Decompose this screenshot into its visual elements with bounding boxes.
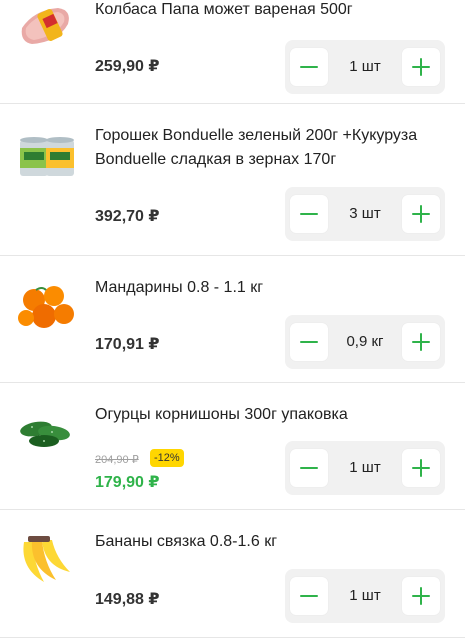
cart-item: Мандарины 0.8 - 1.1 кг 170,91 ₽ 0,9 кг [0, 256, 465, 383]
minus-icon [300, 341, 318, 343]
quantity-stepper: 0,9 кг [285, 315, 445, 369]
item-price: 259,90 ₽ [95, 58, 160, 75]
item-name: Горошек Bonduelle зеленый 200г +Кукуруза… [95, 127, 418, 168]
decrease-button[interactable] [290, 577, 328, 615]
quantity-stepper: 1 шт [285, 441, 445, 495]
cart-item: Огурцы корнишоны 300г упаковка 204,90 ₽ … [0, 383, 465, 510]
quantity-value: 0,9 кг [346, 333, 384, 350]
item-price: 179,90 ₽ [95, 474, 160, 491]
minus-icon [300, 213, 318, 215]
increase-button[interactable] [402, 577, 440, 615]
item-name: Мандарины 0.8 - 1.1 кг [95, 279, 264, 296]
decrease-button[interactable] [290, 195, 328, 233]
discount-badge: -12% [150, 449, 184, 467]
minus-icon [300, 467, 318, 469]
item-price: 392,70 ₽ [95, 208, 160, 225]
decrease-button[interactable] [290, 449, 328, 487]
plus-icon [412, 205, 430, 223]
item-name: Колбаса Папа может вареная 500г [95, 1, 353, 18]
quantity-stepper: 1 шт [285, 569, 445, 623]
quantity-stepper: 1 шт [285, 40, 445, 94]
increase-button[interactable] [402, 449, 440, 487]
increase-button[interactable] [402, 323, 440, 361]
cucumbers-image[interactable] [14, 401, 78, 461]
quantity-value: 1 шт [349, 58, 381, 75]
quantity-value: 3 шт [349, 205, 381, 222]
increase-button[interactable] [402, 195, 440, 233]
old-price: 204,90 ₽ [95, 454, 139, 466]
minus-icon [300, 66, 318, 68]
bananas-image[interactable] [14, 532, 78, 592]
item-price: 149,88 ₽ [95, 591, 160, 608]
plus-icon [412, 333, 430, 351]
cart-item: Колбаса Папа может вареная 500г 259,90 ₽… [0, 0, 465, 104]
quantity-value: 1 шт [349, 587, 381, 604]
item-name: Огурцы корнишоны 300г упаковка [95, 406, 348, 423]
plus-icon [412, 459, 430, 477]
plus-icon [412, 58, 430, 76]
plus-icon [412, 587, 430, 605]
decrease-button[interactable] [290, 48, 328, 86]
quantity-stepper: 3 шт [285, 187, 445, 241]
item-name: Бананы связка 0.8-1.6 кг [95, 533, 278, 550]
increase-button[interactable] [402, 48, 440, 86]
tangerines-image[interactable] [14, 278, 78, 338]
cart-item: Горошек Bonduelle зеленый 200г +Кукуруза… [0, 104, 465, 256]
decrease-button[interactable] [290, 323, 328, 361]
minus-icon [300, 595, 318, 597]
item-price: 170,91 ₽ [95, 336, 160, 353]
quantity-value: 1 шт [349, 459, 381, 476]
sausage-image[interactable] [14, 0, 78, 58]
cart-item: Бананы связка 0.8-1.6 кг 149,88 ₽ 1 шт [0, 510, 465, 638]
canned-vegetables-image[interactable] [14, 130, 78, 190]
